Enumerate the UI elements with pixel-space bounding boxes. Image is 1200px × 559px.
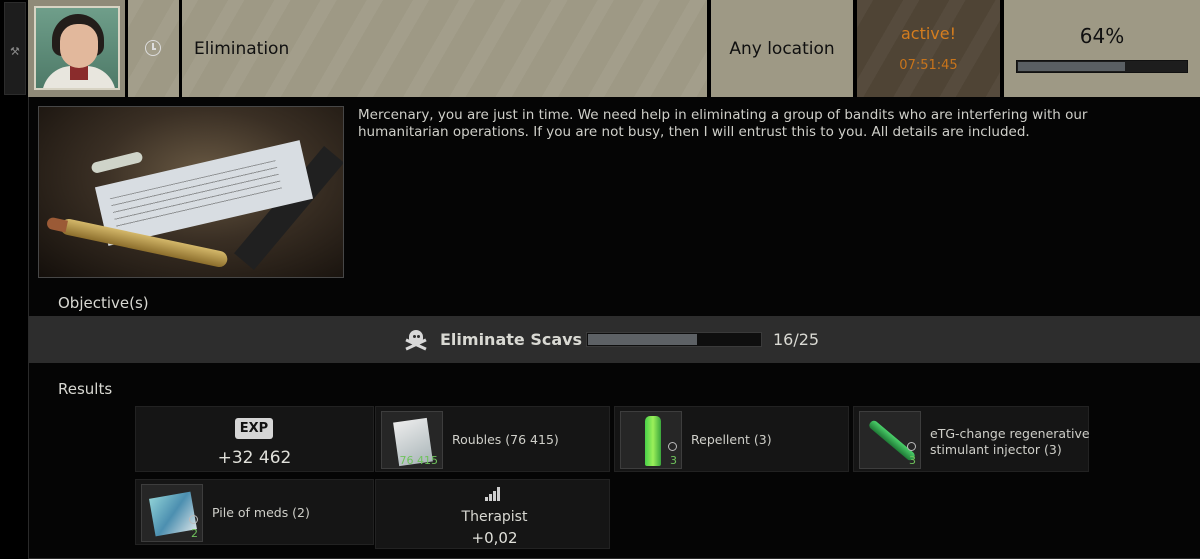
- skull-icon: [405, 329, 427, 351]
- quest-image: [38, 106, 344, 278]
- standing-value: +0,02: [471, 529, 518, 547]
- reward-standing-tile: Therapist +0,02: [375, 479, 610, 549]
- exp-badge: EXP: [235, 418, 273, 439]
- objectives-heading: Objective(s): [58, 294, 149, 312]
- item-count: 2: [191, 527, 198, 540]
- item-name: Pile of meds (2): [212, 505, 310, 520]
- quest-status-cell: active! 07:51:45: [857, 0, 1002, 97]
- collapse-handle[interactable]: ⚒: [4, 2, 26, 95]
- exp-value: +32 462: [217, 448, 292, 468]
- reward-item-tile[interactable]: 76 415 Roubles (76 415): [375, 406, 610, 472]
- reward-exp-tile: EXP +32 462: [135, 406, 374, 472]
- item-name: eTG-change regenerative stimulant inject…: [930, 426, 1100, 458]
- item-count: 3: [909, 454, 916, 467]
- injector-icon[interactable]: 3: [859, 411, 921, 469]
- quest-type-cell: [128, 0, 181, 97]
- status-badge: active!: [900, 24, 957, 43]
- quest-progress-cell: 64%: [1004, 0, 1200, 97]
- objective-progress-bar: [586, 332, 762, 347]
- clock-icon: [145, 40, 161, 56]
- wrench-icon: ⚒: [10, 45, 20, 58]
- meds-icon[interactable]: 2: [141, 484, 203, 542]
- item-count: 76 415: [399, 454, 439, 467]
- quest-description: Mercenary, you are just in time. We need…: [358, 107, 1088, 140]
- check-icon: [907, 442, 916, 451]
- repellent-icon[interactable]: 3: [620, 411, 682, 469]
- item-count: 3: [670, 454, 677, 467]
- quest-header: ⚒ Elimination Any location active! 07:51…: [0, 0, 1200, 97]
- objective-text: Eliminate Scavs: [440, 330, 583, 349]
- avatar: [34, 6, 120, 90]
- quest-title: Elimination: [194, 39, 290, 59]
- trader-avatar-cell: [28, 0, 127, 97]
- objective-row: Eliminate Scavs 16/25: [29, 316, 1200, 363]
- standing-icon: [484, 485, 502, 501]
- item-name: Roubles (76 415): [452, 432, 559, 447]
- trader-name: Therapist: [461, 509, 528, 525]
- check-icon: [189, 515, 198, 524]
- objective-progress-fill: [588, 334, 698, 345]
- progress-percent: 64%: [1079, 24, 1125, 48]
- quest-timer: 07:51:45: [899, 58, 958, 73]
- item-name-line: stimulant injector (3): [930, 442, 1062, 457]
- reward-item-tile[interactable]: 3 eTG-change regenerative stimulant inje…: [853, 406, 1090, 472]
- objective-count: 16/25: [773, 330, 820, 349]
- reward-item-tile[interactable]: 3 Repellent (3): [614, 406, 849, 472]
- quest-progress-fill: [1018, 62, 1125, 71]
- quest-progress-bar: [1016, 60, 1188, 73]
- item-name-line: eTG-change regenerative: [930, 426, 1090, 441]
- quest-location: Any location: [729, 39, 835, 59]
- roubles-icon[interactable]: 76 415: [381, 411, 443, 469]
- item-name: Repellent (3): [691, 432, 772, 447]
- reward-item-tile[interactable]: 2 Pile of meds (2): [135, 479, 374, 545]
- quest-location-cell: Any location: [711, 0, 855, 97]
- quest-details-panel: Mercenary, you are just in time. We need…: [28, 97, 1200, 559]
- check-icon: [668, 442, 677, 451]
- results-heading: Results: [58, 380, 113, 398]
- quest-title-cell[interactable]: Elimination: [182, 0, 709, 97]
